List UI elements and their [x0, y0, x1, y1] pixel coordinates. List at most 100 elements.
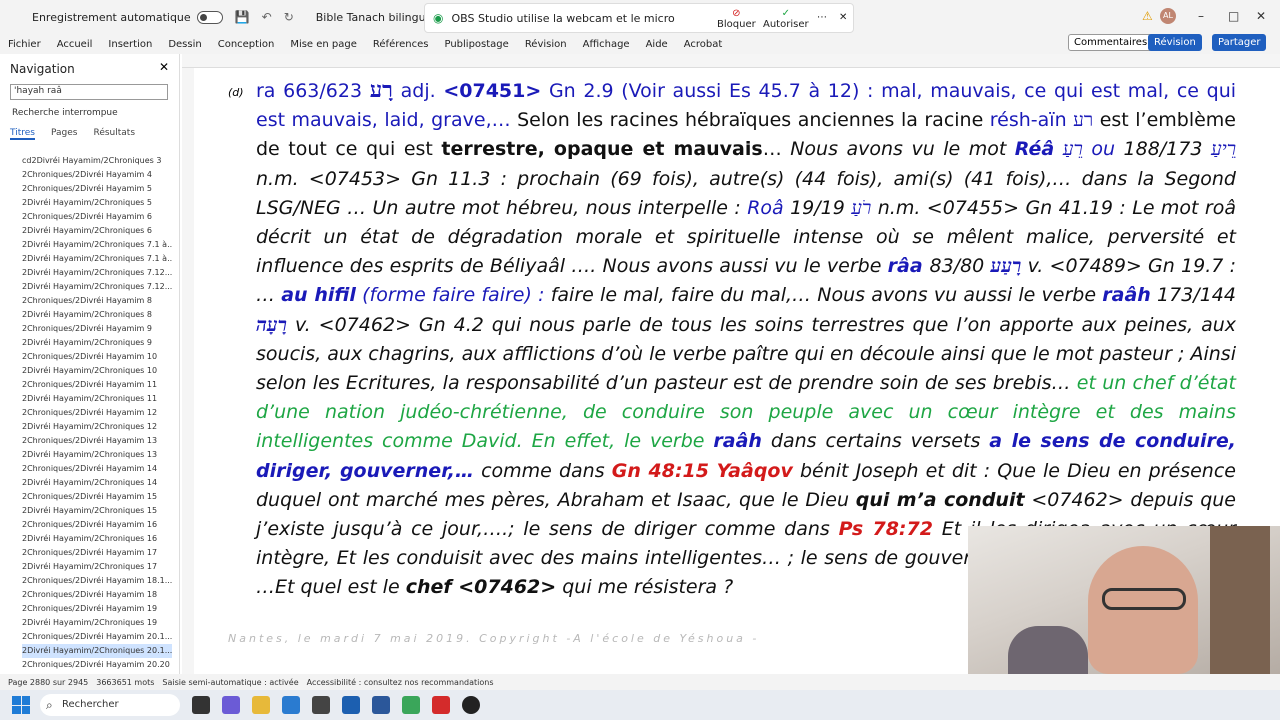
redo-icon[interactable]: ↻	[284, 10, 294, 24]
nav-heading-item[interactable]: 2Divréi Hayamim/2Chroniques 15	[22, 504, 172, 518]
person-shirt	[1008, 626, 1088, 674]
nav-heading-item[interactable]: 2Chroniques/2Divréi Hayamim 5	[22, 182, 172, 196]
teams-icon[interactable]	[222, 696, 240, 714]
tab-dessin[interactable]: Dessin	[168, 39, 201, 50]
nav-search-input[interactable]: 'hayah raâ	[10, 84, 168, 100]
app-icon[interactable]	[312, 696, 330, 714]
tab-pages[interactable]: Pages	[51, 128, 77, 140]
nav-heading-item[interactable]: 2Divréi Hayamim/2Chroniques 10	[22, 364, 172, 378]
nav-heading-item[interactable]: 2Chroniques/2Divréi Hayamim 20.20	[22, 658, 172, 672]
tab-conception[interactable]: Conception	[218, 39, 275, 50]
nav-heading-item[interactable]: 2Divréi Hayamim/2Chroniques 7.12...	[22, 280, 172, 294]
revision-button[interactable]: Révision	[1148, 34, 1202, 51]
comments-button[interactable]: Commentaires	[1068, 34, 1154, 51]
autocomplete-status: Saisie semi-automatique : activée	[162, 677, 299, 687]
nav-heading-item[interactable]: 2Divréi Hayamim/2Chroniques 11	[22, 392, 172, 406]
nav-heading-item[interactable]: 2Divréi Hayamim/2Chroniques 5	[22, 196, 172, 210]
active-app-icon[interactable]	[402, 696, 420, 714]
nav-heading-item[interactable]: 2Chroniques/2Divréi Hayamim 20.1...	[22, 630, 172, 644]
glasses	[1102, 588, 1186, 610]
taskbar-search[interactable]: Rechercher	[40, 694, 180, 716]
nav-heading-item[interactable]: 2Chroniques/2Divréi Hayamim 10	[22, 350, 172, 364]
nav-heading-item[interactable]: 2Chroniques/2Divréi Hayamim 12	[22, 406, 172, 420]
nav-heading-item[interactable]: 2Chroniques/2Divréi Hayamim 13	[22, 434, 172, 448]
block-icon: ⊘	[732, 8, 741, 19]
share-button[interactable]: Partager	[1212, 34, 1267, 51]
status-bar: Page 2880 sur 2945 3663651 mots Saisie s…	[0, 674, 1280, 690]
shield-icon: ◉	[433, 11, 444, 25]
person-face	[1088, 546, 1198, 674]
nav-heading-item[interactable]: 2Divréi Hayamim/2Chroniques 7.12...	[22, 266, 172, 280]
word-count[interactable]: 3663651 mots	[96, 678, 154, 687]
undo-icon[interactable]: ↶	[262, 10, 272, 24]
nav-heading-item[interactable]: 2Chroniques/2Divréi Hayamim 14	[22, 462, 172, 476]
tab-references[interactable]: Références	[373, 39, 429, 50]
tab-publipostage[interactable]: Publipostage	[444, 39, 508, 50]
minimize-icon[interactable]: –	[1198, 9, 1204, 23]
close-window-icon[interactable]: ✕	[1256, 9, 1266, 23]
tab-fichier[interactable]: Fichier	[8, 39, 41, 50]
tab-titres[interactable]: Titres	[10, 128, 35, 140]
horizontal-ruler	[182, 54, 1280, 68]
nav-heading-item[interactable]: 2Chroniques/2Divréi Hayamim 16	[22, 518, 172, 532]
nav-heading-item[interactable]: 2Divréi Hayamim/2Chroniques 7.1 à...	[22, 252, 172, 266]
nav-heading-item[interactable]: 2Divréi Hayamim/2Chroniques 9	[22, 336, 172, 350]
obs-icon[interactable]	[462, 696, 480, 714]
nav-heading-item[interactable]: 2Chroniques/2Divréi Hayamim 18	[22, 588, 172, 602]
nav-heading-item[interactable]: 2Divréi Hayamim/2Chroniques 6	[22, 224, 172, 238]
nav-heading-item[interactable]: 2Chroniques/2Divréi Hayamim 15	[22, 490, 172, 504]
nav-heading-item[interactable]: 2Divréi Hayamim/2Chroniques 20.1...	[22, 644, 172, 658]
nav-heading-item[interactable]: 2Divréi Hayamim/2Chroniques 14	[22, 476, 172, 490]
nav-heading-item[interactable]: 2Chroniques/2Divréi Hayamim 9	[22, 322, 172, 336]
tab-accueil[interactable]: Accueil	[57, 39, 93, 50]
tab-aide[interactable]: Aide	[646, 39, 668, 50]
nav-heading-item[interactable]: 2Chroniques/2Divréi Hayamim 6	[22, 210, 172, 224]
nav-heading-item[interactable]: 2Divréi Hayamim/2Chroniques 16	[22, 532, 172, 546]
more-icon[interactable]: ⋯	[817, 12, 827, 23]
task-view-icon[interactable]	[192, 696, 210, 714]
tab-insertion[interactable]: Insertion	[108, 39, 152, 50]
nav-heading-list: cd2Divréi Hayamim/2Chroniques 3 2Chroniqu…	[22, 154, 172, 672]
tab-acrobat[interactable]: Acrobat	[684, 39, 723, 50]
nav-heading-item[interactable]: 2Divréi Hayamim/2Chroniques 13	[22, 448, 172, 462]
visual-studio-icon[interactable]	[342, 696, 360, 714]
nav-heading-item[interactable]: 2Divréi Hayamim/2Chroniques 7.1 à...	[22, 238, 172, 252]
tab-mise-en-page[interactable]: Mise en page	[290, 39, 357, 50]
warning-icon[interactable]: ⚠	[1142, 9, 1153, 23]
nav-heading-item[interactable]: 2Divréi Hayamim/2Chroniques 12	[22, 420, 172, 434]
nav-heading-item[interactable]: 2Divréi Hayamim/2Chroniques 8	[22, 308, 172, 322]
tab-affichage[interactable]: Affichage	[583, 39, 630, 50]
save-icon[interactable]: 💾	[235, 10, 250, 24]
close-icon[interactable]: ✕	[159, 60, 169, 74]
word-icon[interactable]	[372, 696, 390, 714]
obs-webcam-notification: ◉ OBS Studio utilise la webcam et le mic…	[424, 3, 854, 33]
nav-heading-item[interactable]: 2Divréi Hayamim/2Chroniques 19	[22, 616, 172, 630]
nav-heading-item[interactable]: 2Chroniques/2Divréi Hayamim 18.1...	[22, 574, 172, 588]
autosave-toggle[interactable]	[196, 10, 223, 24]
nav-tabs: Titres Pages Résultats	[10, 128, 135, 140]
tab-revision[interactable]: Révision	[525, 39, 567, 50]
accessibility-status[interactable]: Accessibilité : consultez nos recommanda…	[307, 678, 494, 687]
acrobat-icon[interactable]	[432, 696, 450, 714]
nav-heading-item[interactable]: 2Chroniques/2Divréi Hayamim 8	[22, 294, 172, 308]
store-icon[interactable]	[282, 696, 300, 714]
tab-resultats[interactable]: Résultats	[93, 128, 135, 140]
nav-heading-item[interactable]: 2Chroniques/2Divréi Hayamim 4	[22, 168, 172, 182]
nav-heading-item[interactable]: 2Chroniques/2Divréi Hayamim 17	[22, 546, 172, 560]
webcam-overlay	[968, 526, 1280, 674]
notification-text: OBS Studio utilise la webcam et le micro	[451, 11, 675, 25]
block-button[interactable]: ⊘ Bloquer	[717, 8, 756, 30]
document-body-text: ra רָע 663/623 adj. <07451> Gn 2.9 (Voir…	[256, 77, 1237, 599]
maximize-icon[interactable]: □	[1228, 9, 1239, 23]
avatar[interactable]: AL	[1160, 8, 1176, 24]
page-count[interactable]: Page 2880 sur 2945	[8, 678, 88, 687]
nav-heading-item[interactable]: 2Chroniques/2Divréi Hayamim 19	[22, 602, 172, 616]
nav-heading-item[interactable]: 2Divréi Hayamim/2Chroniques 17	[22, 560, 172, 574]
bookshelf	[1210, 526, 1270, 674]
nav-heading-item[interactable]: 2Chroniques/2Divréi Hayamim 11	[22, 378, 172, 392]
file-explorer-icon[interactable]	[252, 696, 270, 714]
allow-button[interactable]: ✓ Autoriser	[763, 8, 809, 30]
windows-start-icon[interactable]	[12, 696, 30, 714]
nav-heading-item[interactable]: cd2Divréi Hayamim/2Chroniques 3	[22, 154, 172, 168]
close-notification-icon[interactable]: ✕	[839, 12, 847, 23]
